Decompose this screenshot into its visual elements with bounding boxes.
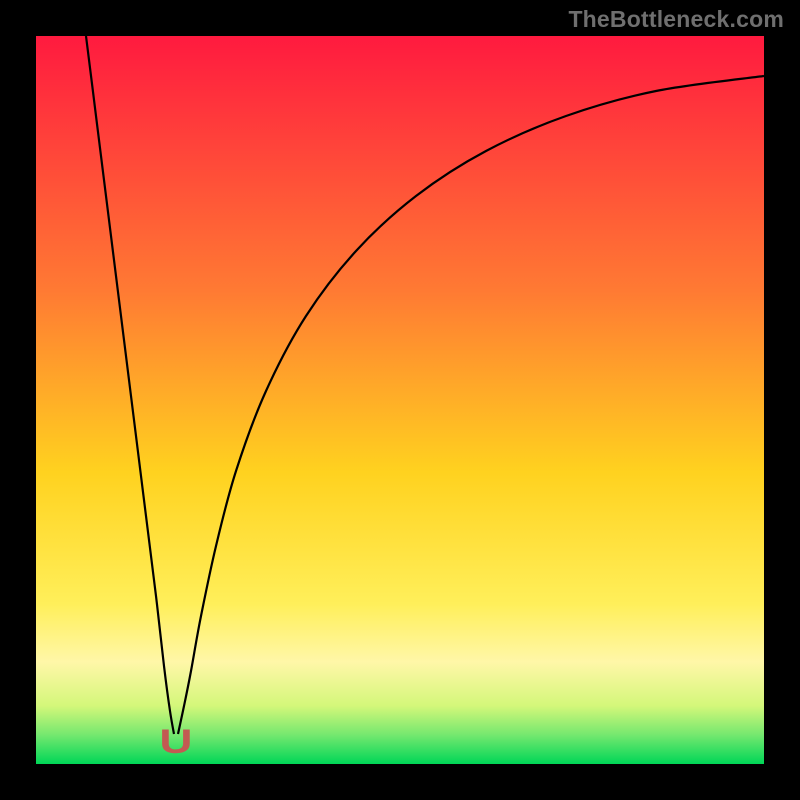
watermark: TheBottleneck.com <box>568 6 784 33</box>
minimum-marker: U <box>159 723 192 762</box>
plot-area: U <box>36 36 764 764</box>
curve-right-branch <box>178 76 764 734</box>
chart-frame: U TheBottleneck.com <box>0 0 800 800</box>
curve-left-branch <box>86 36 174 734</box>
bottleneck-curve <box>36 36 764 764</box>
